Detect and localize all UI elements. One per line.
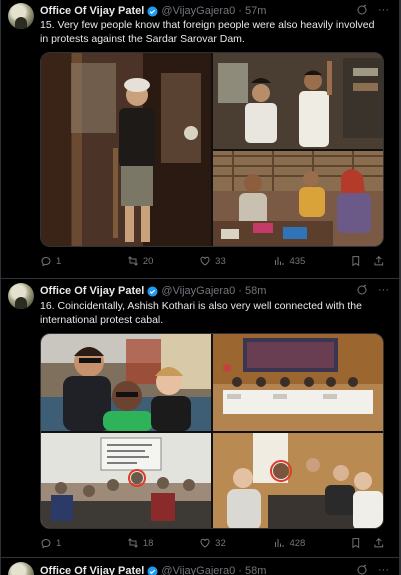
view-count: 435 (289, 255, 306, 267)
photo-group-table[interactable] (213, 433, 383, 528)
like-button[interactable]: 33 (199, 255, 273, 267)
reply-button[interactable]: 1 (40, 537, 127, 549)
grok-icon[interactable] (356, 284, 368, 296)
views-icon (275, 539, 284, 547)
avatar[interactable] (8, 283, 34, 309)
more-icon[interactable]: ··· (378, 564, 389, 575)
header-actions: ··· (356, 4, 389, 16)
reply-icon (41, 257, 51, 267)
retweet-count: 18 (142, 537, 154, 549)
photo-group-sitting[interactable] (213, 151, 383, 246)
header-actions: ··· (356, 564, 389, 575)
like-count: 32 (215, 537, 226, 549)
bookmark-icon[interactable] (350, 255, 362, 267)
tweet-15[interactable]: Office Of Vijay Patel @VijayGajera0 · 57… (0, 0, 399, 278)
verified-badge-icon (147, 5, 158, 17)
reply-count: 1 (56, 255, 62, 267)
retweet-icon (127, 256, 138, 266)
share-icon[interactable] (373, 537, 385, 549)
author-handle[interactable]: @VijayGajera0 (161, 285, 235, 297)
like-count: 33 (215, 255, 226, 267)
avatar[interactable] (8, 3, 34, 29)
heart-icon (200, 538, 210, 548)
timestamp[interactable]: 58m (245, 285, 266, 297)
views-icon (275, 257, 284, 265)
tweet-media[interactable] (40, 52, 384, 247)
views-button[interactable]: 435 (273, 255, 343, 267)
tweet-media[interactable] (40, 333, 384, 529)
timestamp[interactable]: 57m (245, 5, 266, 17)
tweet-text: 16. Coincidentally, Ashish Kothari is al… (40, 300, 362, 326)
timestamp[interactable]: 58m (245, 565, 266, 575)
tweet-header: Office Of Vijay Patel @VijayGajera0 · 58… (40, 285, 266, 297)
retweet-button[interactable]: 20 (127, 255, 199, 267)
photo-selfie-canal[interactable] (41, 334, 211, 431)
retweet-button[interactable]: 18 (127, 537, 199, 549)
action-bar: 1 20 33 435 (40, 255, 385, 267)
tweet-17[interactable]: Office Of Vijay Patel @VijayGajera0 · 58… (0, 558, 399, 575)
grok-icon[interactable] (356, 4, 368, 16)
share-icon[interactable] (373, 255, 385, 267)
more-icon[interactable]: ··· (378, 284, 389, 296)
header-actions: ··· (356, 284, 389, 296)
verified-badge-icon (147, 285, 158, 297)
tweet-header: Office Of Vijay Patel @VijayGajera0 · 58… (40, 565, 266, 575)
photo-conference-panel[interactable] (213, 334, 383, 431)
bookmark-icon[interactable] (350, 537, 362, 549)
photo-two-people-office[interactable] (213, 53, 383, 149)
heart-icon (200, 256, 210, 266)
tweet-16[interactable]: Office Of Vijay Patel @VijayGajera0 · 58… (0, 279, 399, 557)
avatar[interactable] (8, 562, 34, 575)
view-count: 428 (289, 537, 306, 549)
author-handle[interactable]: @VijayGajera0 (161, 565, 235, 575)
author-name[interactable]: Office Of Vijay Patel (40, 5, 144, 17)
reply-count: 1 (56, 537, 62, 549)
author-name[interactable]: Office Of Vijay Patel (40, 565, 144, 575)
photo-meeting-room[interactable] (41, 433, 211, 528)
separator-dot: · (238, 285, 242, 297)
action-bar: 1 18 32 428 (40, 537, 385, 549)
more-icon[interactable]: ··· (378, 4, 389, 16)
views-button[interactable]: 428 (273, 537, 343, 549)
separator-dot: · (238, 565, 242, 575)
author-handle[interactable]: @VijayGajera0 (161, 5, 235, 17)
retweet-icon (127, 538, 138, 548)
retweet-count: 20 (142, 255, 154, 267)
reply-icon (41, 539, 51, 549)
author-name[interactable]: Office Of Vijay Patel (40, 285, 144, 297)
reply-button[interactable]: 1 (40, 255, 127, 267)
tweet-text: 15. Very few people know that foreign pe… (40, 19, 375, 45)
verified-badge-icon (147, 565, 158, 575)
photo-man-turban[interactable] (41, 53, 211, 246)
grok-icon[interactable] (356, 564, 368, 575)
separator-dot: · (238, 5, 242, 17)
tweet-header: Office Of Vijay Patel @VijayGajera0 · 57… (40, 5, 266, 17)
like-button[interactable]: 32 (199, 537, 273, 549)
